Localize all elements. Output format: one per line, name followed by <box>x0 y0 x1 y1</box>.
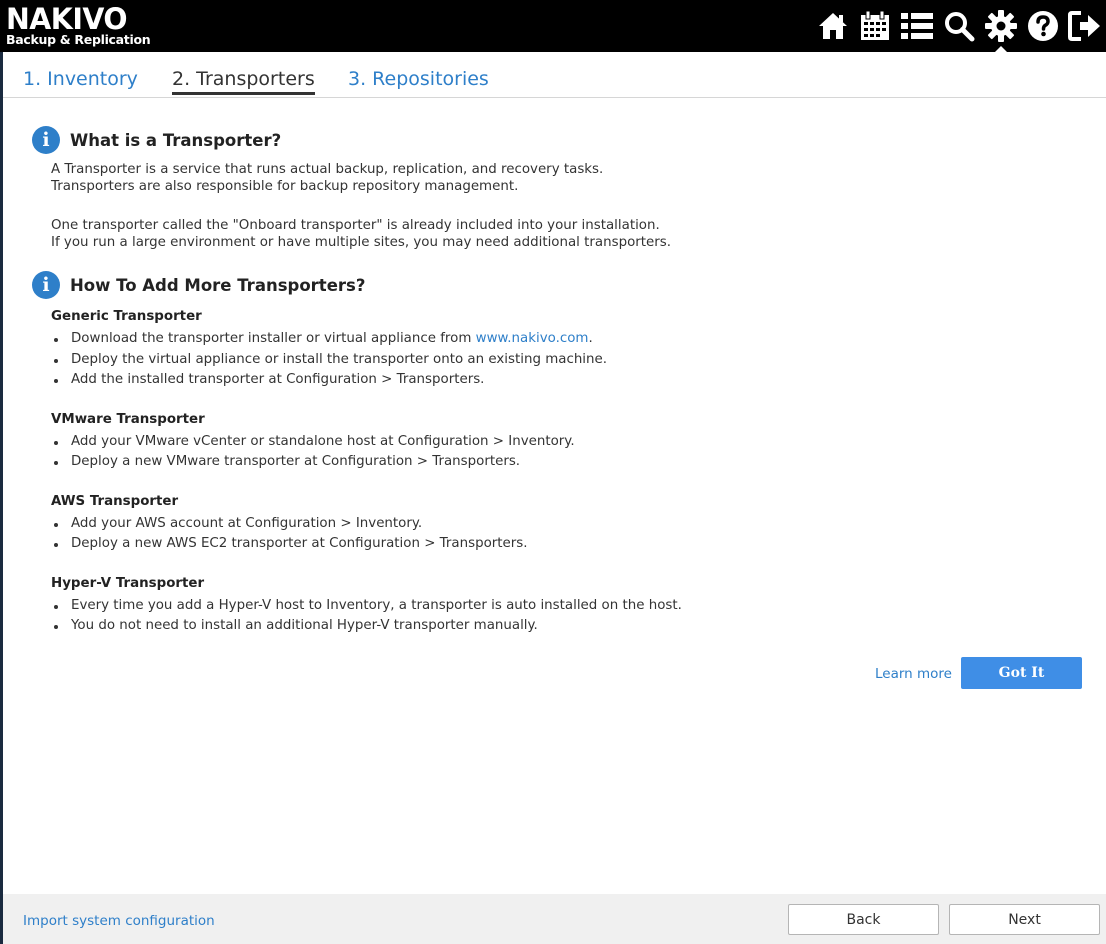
nakivo-logo: NAKIVO Backup & Replication <box>6 2 151 47</box>
logo-brand: NAKIVO <box>6 2 128 36</box>
home-icon[interactable] <box>812 0 854 52</box>
help-icon[interactable] <box>1022 0 1064 52</box>
intro-paragraph: A Transporter is a service that runs act… <box>51 161 1082 195</box>
text-line: Transporters are also responsible for ba… <box>51 179 519 194</box>
info-icon: i <box>32 271 60 299</box>
list-item: Deploy a new AWS EC2 transporter at Conf… <box>51 534 1082 555</box>
section-title: What is a Transporter? <box>70 130 282 150</box>
wizard-tabs: 1. Inventory 2. Transporters 3. Reposito… <box>3 52 1106 98</box>
generic-steps-list: Download the transporter installer or vi… <box>51 329 1082 391</box>
list-item: Add the installed transporter at Configu… <box>51 370 1082 391</box>
transporter-help-content: i What is a Transporter? A Transporter i… <box>32 124 1082 637</box>
list-item: Deploy the virtual appliance or install … <box>51 350 1082 371</box>
group-title-hyperv: Hyper-V Transporter <box>51 575 205 591</box>
import-config-link[interactable]: Import system configuration <box>23 913 215 929</box>
got-it-button[interactable]: Got It <box>961 657 1082 689</box>
app-header: NAKIVO Backup & Replication <box>0 0 1106 52</box>
list-item: Download the transporter installer or vi… <box>51 329 1082 350</box>
text-line: A Transporter is a service that runs act… <box>51 162 604 177</box>
list-icon[interactable] <box>896 0 938 52</box>
list-item: You do not need to install an additional… <box>51 616 1082 637</box>
tab-transporters[interactable]: 2. Transporters <box>172 68 315 95</box>
calendar-icon[interactable] <box>854 0 896 52</box>
section-what-is: i What is a Transporter? <box>32 124 1082 156</box>
list-item: Add your AWS account at Configuration > … <box>51 514 1082 535</box>
tab-repositories[interactable]: 3. Repositories <box>348 68 489 92</box>
text-line: If you run a large environment or have m… <box>51 235 672 250</box>
group-title-aws: AWS Transporter <box>51 493 179 509</box>
wizard-footer: Import system configuration Back Next <box>3 894 1106 944</box>
tab-inventory[interactable]: 1. Inventory <box>23 68 138 92</box>
search-icon[interactable] <box>938 0 980 52</box>
section-title: How To Add More Transporters? <box>70 275 366 295</box>
hyperv-steps-list: Every time you add a Hyper-V host to Inv… <box>51 596 1082 637</box>
group-title-vmware: VMware Transporter <box>51 411 205 427</box>
list-item: Deploy a new VMware transporter at Confi… <box>51 452 1082 473</box>
learn-more-link[interactable]: Learn more <box>875 666 952 682</box>
back-button[interactable]: Back <box>788 904 939 935</box>
vmware-steps-list: Add your VMware vCenter or standalone ho… <box>51 432 1082 473</box>
logout-icon[interactable] <box>1064 0 1106 52</box>
text-line: One transporter called the "Onboard tran… <box>51 218 660 233</box>
onboard-paragraph: One transporter called the "Onboard tran… <box>51 217 1082 251</box>
info-icon: i <box>32 126 60 154</box>
top-nav-icons <box>812 0 1106 52</box>
onboarding-panel: 1. Inventory 2. Transporters 3. Reposito… <box>3 52 1106 944</box>
next-button[interactable]: Next <box>949 904 1100 935</box>
section-how-to-add: i How To Add More Transporters? <box>32 269 1082 301</box>
list-item: Every time you add a Hyper-V host to Inv… <box>51 596 1082 617</box>
nakivo-website-link[interactable]: www.nakivo.com <box>476 331 589 346</box>
gear-icon[interactable] <box>980 0 1022 52</box>
group-title-generic: Generic Transporter <box>51 309 202 324</box>
list-item: Add your VMware vCenter or standalone ho… <box>51 432 1082 453</box>
aws-steps-list: Add your AWS account at Configuration > … <box>51 514 1082 555</box>
